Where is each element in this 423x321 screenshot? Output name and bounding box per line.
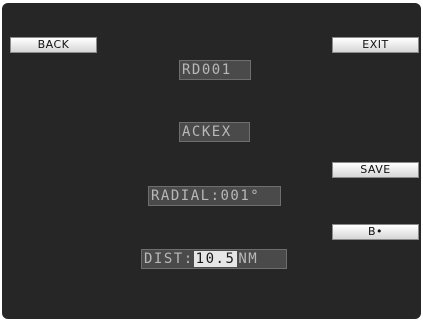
distance-value[interactable]: 10.5 xyxy=(193,251,238,267)
save-button[interactable]: SAVE xyxy=(332,162,419,178)
back-button[interactable]: BACK xyxy=(10,37,97,53)
distance-field[interactable]: DIST: 10.5 NM xyxy=(141,249,287,269)
radial-field[interactable]: RADIAL:001° xyxy=(148,186,281,206)
b-arrow-button[interactable]: B• xyxy=(332,224,419,240)
waypoint-type-field[interactable]: ACKEX xyxy=(179,122,250,142)
waypoint-id-field[interactable]: RD001 xyxy=(179,60,251,80)
display-screen: BACK EXIT RD001 ACKEX SAVE RADIAL:001° B… xyxy=(2,3,421,319)
distance-label: DIST: xyxy=(144,251,194,267)
distance-unit: NM xyxy=(238,251,259,267)
exit-button[interactable]: EXIT xyxy=(332,37,419,53)
